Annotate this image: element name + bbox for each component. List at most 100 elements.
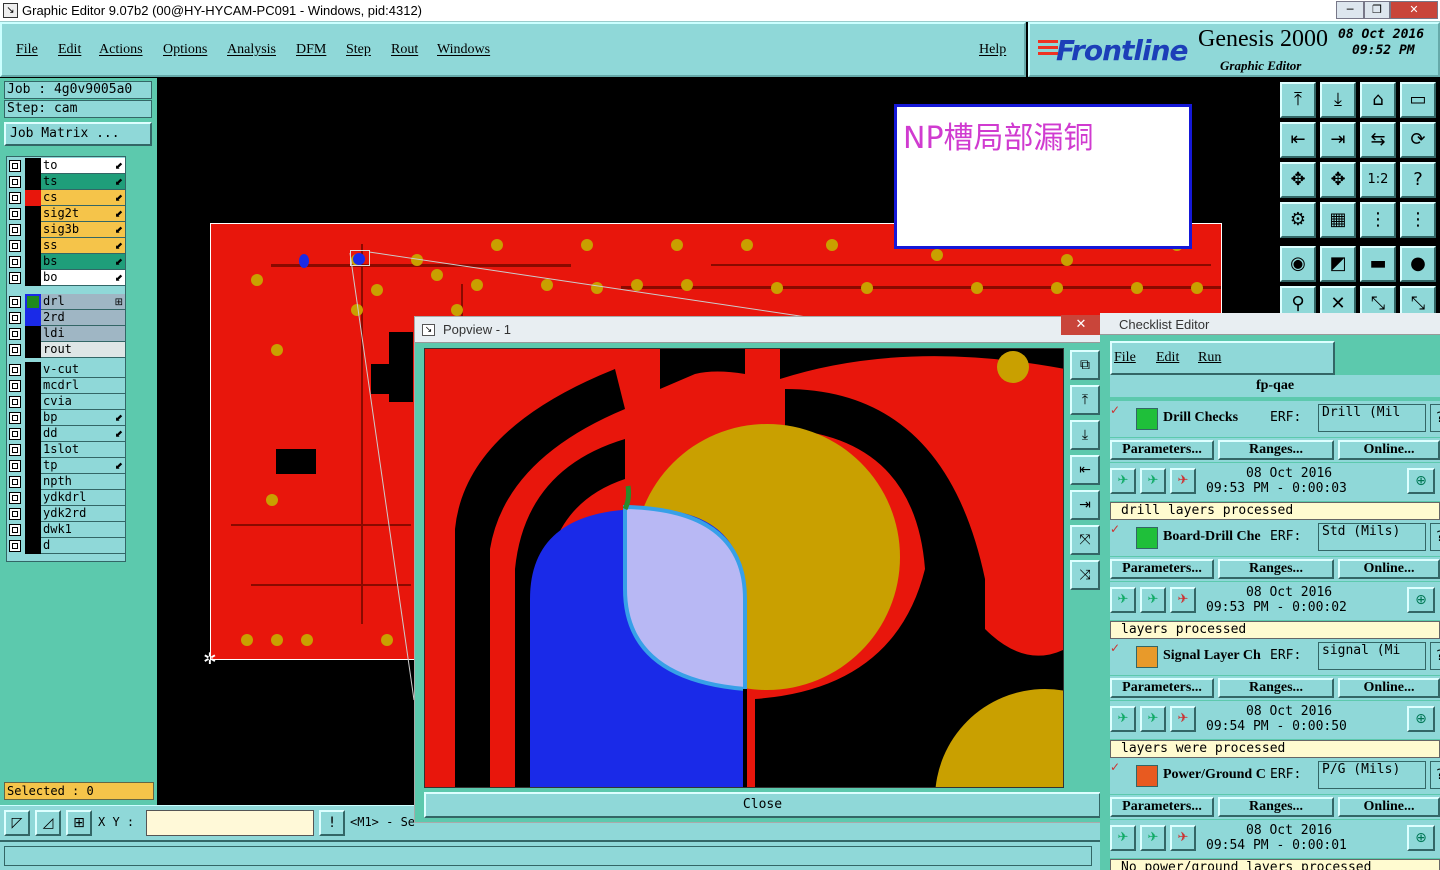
erf-select[interactable]: P/G (Mils) (1318, 761, 1426, 789)
parameters-button[interactable]: Parameters... (1110, 678, 1214, 698)
ranges-button[interactable]: Ranges... (1218, 440, 1334, 460)
run-error-icon[interactable]: ✈ (1170, 468, 1196, 494)
layer-name[interactable]: to ⬋ (41, 158, 125, 174)
tool-icon-13[interactable]: ▦ (1320, 202, 1356, 238)
parameters-button[interactable]: Parameters... (1110, 797, 1214, 817)
tool-icon-11[interactable]: ? (1400, 162, 1436, 198)
layer-name[interactable]: ydkdrl (41, 490, 125, 506)
alert-icon[interactable]: ! (319, 810, 345, 836)
layer-checkbox[interactable] (9, 240, 21, 252)
run-icon[interactable]: ✈ (1110, 825, 1136, 851)
tool-icon-15[interactable]: ⋮ (1400, 202, 1436, 238)
online-button[interactable]: Online... (1338, 559, 1440, 579)
zoom-results-icon[interactable]: ⊕ (1407, 468, 1435, 494)
layer-name[interactable]: dd ⬋ (41, 426, 125, 442)
layer-row-v-cut[interactable]: v-cut (7, 362, 125, 378)
maximize-button[interactable]: ❐ (1364, 1, 1390, 19)
popview-close-x[interactable]: ✕ (1061, 315, 1101, 335)
measure-icon[interactable]: ◿ (35, 810, 61, 836)
layer-checkbox[interactable] (9, 508, 21, 520)
erf-select[interactable]: Drill (Mil (1318, 404, 1426, 432)
layer-name[interactable]: ydk2rd (41, 506, 125, 522)
layer-name[interactable]: 1slot (41, 442, 125, 458)
layer-checkbox[interactable] (9, 380, 21, 392)
menu-step[interactable]: Step (346, 42, 371, 58)
run-selected-icon[interactable]: ✈ (1140, 587, 1166, 613)
tool-icon-19[interactable]: ● (1400, 246, 1436, 282)
zoom-results-icon[interactable]: ⊕ (1407, 587, 1435, 613)
ranges-button[interactable]: Ranges... (1218, 797, 1334, 817)
checklist-menu-edit[interactable]: Edit (1156, 350, 1179, 366)
layer-row-to[interactable]: to ⬋ (7, 158, 125, 174)
layer-checkbox[interactable] (9, 364, 21, 376)
layer-name[interactable]: bs ⬋ (41, 254, 125, 270)
menu-analysis[interactable]: Analysis (227, 42, 276, 58)
layer-row-ydk2rd[interactable]: ydk2rd (7, 506, 125, 522)
layer-row-bo[interactable]: bo ⬋ (7, 270, 125, 286)
help-icon[interactable]: ? (1430, 404, 1440, 432)
help-icon[interactable]: ? (1430, 523, 1440, 551)
tool-icon-1[interactable]: ⤓ (1320, 82, 1356, 118)
tool-icon-6[interactable]: ⇆ (1360, 122, 1396, 158)
layer-row-sig3b[interactable]: sig3b ⬋ (7, 222, 125, 238)
layer-name[interactable]: tp ⬋ (41, 458, 125, 474)
run-error-icon[interactable]: ✈ (1170, 587, 1196, 613)
menu-dfm[interactable]: DFM (296, 42, 326, 58)
popview-tool-icon-3[interactable]: ⇤ (1070, 455, 1100, 485)
layer-name[interactable]: sig3b ⬋ (41, 222, 125, 238)
tool-icon-5[interactable]: ⇥ (1320, 122, 1356, 158)
help-icon[interactable]: ? (1430, 761, 1440, 789)
run-selected-icon[interactable]: ✈ (1140, 706, 1166, 732)
zoom-results-icon[interactable]: ⊕ (1407, 706, 1435, 732)
layer-row-sig2t[interactable]: sig2t ⬋ (7, 206, 125, 222)
layer-checkbox[interactable] (9, 224, 21, 236)
layer-row-cvia[interactable]: cvia (7, 394, 125, 410)
layer-checkbox[interactable] (9, 524, 21, 536)
online-button[interactable]: Online... (1338, 678, 1440, 698)
close-window-button[interactable]: ✕ (1390, 1, 1438, 19)
layer-row-2rd[interactable]: 2rd (7, 310, 125, 326)
layer-name[interactable]: sig2t ⬋ (41, 206, 125, 222)
layer-checkbox[interactable] (9, 256, 21, 268)
popview-viewport[interactable] (424, 348, 1064, 788)
layer-name[interactable]: 2rd (41, 310, 125, 326)
layer-name[interactable]: d (41, 538, 125, 554)
grid-snap-icon[interactable]: ⊞ (66, 810, 92, 836)
layer-checkbox[interactable] (9, 312, 21, 324)
help-icon[interactable]: ? (1430, 642, 1440, 670)
layer-row-ts[interactable]: ts ⬋ (7, 174, 125, 190)
check-name[interactable]: Drill Checks (1163, 410, 1269, 426)
layer-row-ydkdrl[interactable]: ydkdrl (7, 490, 125, 506)
run-error-icon[interactable]: ✈ (1170, 825, 1196, 851)
layer-row-drl[interactable]: drl ⊞ (7, 294, 125, 310)
layer-row-bs[interactable]: bs ⬋ (7, 254, 125, 270)
tool-icon-16[interactable]: ◉ (1280, 246, 1316, 282)
menu-help[interactable]: Help (979, 42, 1006, 58)
tool-icon-3[interactable]: ▭ (1400, 82, 1436, 118)
ranges-button[interactable]: Ranges... (1218, 559, 1334, 579)
layer-name[interactable]: rout (41, 342, 125, 358)
run-icon[interactable]: ✈ (1110, 468, 1136, 494)
menu-rout[interactable]: Rout (391, 42, 418, 58)
check-name[interactable]: Power/Ground C (1163, 767, 1269, 783)
check-name[interactable]: Board-Drill Che (1163, 529, 1269, 545)
menu-windows[interactable]: Windows (437, 42, 490, 58)
tool-icon-14[interactable]: ⋮ (1360, 202, 1396, 238)
layer-checkbox[interactable] (9, 540, 21, 552)
online-button[interactable]: Online... (1338, 797, 1440, 817)
fit-icon[interactable]: ◸ (4, 810, 30, 836)
layer-name[interactable]: ts ⬋ (41, 174, 125, 190)
layer-checkbox[interactable] (9, 412, 21, 424)
popview-tool-icon-1[interactable]: ⤒ (1070, 385, 1100, 415)
layer-row-dwk1[interactable]: dwk1 (7, 522, 125, 538)
layer-checkbox[interactable] (9, 476, 21, 488)
tool-icon-7[interactable]: ⟳ (1400, 122, 1436, 158)
popview-close-button[interactable]: Close (424, 792, 1101, 818)
popview-tool-icon-0[interactable]: ⧉ (1070, 350, 1100, 380)
layer-checkbox[interactable] (9, 428, 21, 440)
layer-row-1slot[interactable]: 1slot (7, 442, 125, 458)
tool-icon-17[interactable]: ◩ (1320, 246, 1356, 282)
run-icon[interactable]: ✈ (1110, 587, 1136, 613)
layer-name[interactable]: cs ⬋ (41, 190, 125, 206)
layer-name[interactable]: bp ⬋ (41, 410, 125, 426)
